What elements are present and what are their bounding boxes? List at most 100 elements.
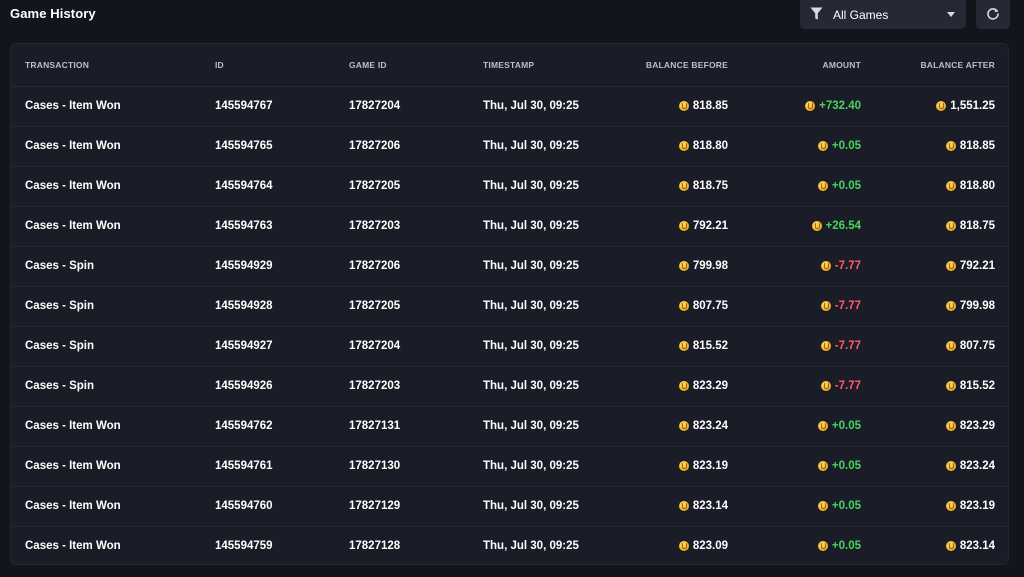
balance-after-cell: 823.29	[945, 420, 995, 432]
amount-value: -7.77	[834, 380, 861, 392]
transaction-cell: Cases - Item Won	[25, 500, 121, 512]
transaction-id-cell: 145594761	[215, 460, 273, 472]
timestamp-cell: Thu, Jul 30, 09:25	[483, 300, 579, 312]
balance-after-value: 818.85	[959, 140, 995, 152]
balance-after-value: 818.75	[959, 220, 995, 232]
table-row: Cases - Item Won 145594765 17827206 Thu, Ju…	[11, 127, 1008, 167]
balance-before-cell: 823.24	[678, 420, 728, 432]
game-id-cell: 17827206	[349, 140, 401, 152]
game-filter-select[interactable]: All Games	[800, 0, 966, 29]
timestamp-cell: Thu, Jul 30, 09:25	[483, 260, 579, 272]
coin-icon	[678, 421, 689, 431]
coin-icon	[678, 181, 689, 191]
balance-after-cell: 818.75	[945, 220, 995, 232]
transaction-cell: Cases - Item Won	[25, 140, 121, 152]
transaction-id-cell: 145594928	[215, 300, 273, 312]
column-header-id: ID	[215, 60, 224, 70]
balance-before-value: 823.09	[692, 540, 728, 552]
table-row: Cases - Item Won 145594762 17827131 Thu, Ju…	[11, 407, 1008, 447]
balance-before-cell: 823.14	[678, 500, 728, 512]
table-row: Cases - Item Won 145594763 17827203 Thu, Ju…	[11, 207, 1008, 247]
table-row: Cases - Item Won 145594764 17827205 Thu, Ju…	[11, 167, 1008, 207]
game-id-cell: 17827205	[349, 300, 401, 312]
table-row: Cases - Item Won 145594759 17827128 Thu, Ju…	[11, 527, 1008, 564]
balance-before-value: 792.21	[692, 220, 728, 232]
balance-before-value: 823.29	[692, 380, 728, 392]
transaction-cell: Cases - Spin	[25, 340, 95, 352]
amount-value: -7.77	[834, 260, 861, 272]
timestamp-cell: Thu, Jul 30, 09:25	[483, 220, 579, 232]
filter-icon	[810, 7, 823, 20]
amount-value: +26.54	[825, 220, 862, 232]
table-body: Cases - Item Won 145594767 17827204 Thu, Ju…	[11, 87, 1008, 564]
amount-value: +0.05	[831, 140, 861, 152]
transaction-cell: Cases - Item Won	[25, 220, 121, 232]
game-id-cell: 17827204	[349, 340, 401, 352]
timestamp-cell: Thu, Jul 30, 09:25	[483, 100, 579, 112]
game-id-cell: 17827204	[349, 100, 401, 112]
coin-icon	[945, 341, 956, 351]
table-header: TRANSACTION ID GAME ID TIMESTAMP BALANCE…	[11, 44, 1008, 87]
balance-after-value: 823.19	[959, 500, 995, 512]
coin-icon	[817, 501, 828, 511]
coin-icon	[817, 141, 828, 151]
transaction-id-cell: 145594765	[215, 140, 273, 152]
amount-cell: -7.77	[820, 260, 861, 272]
coin-icon	[945, 501, 956, 511]
page-header: Game History All Games	[0, 0, 1024, 36]
table-row: Cases - Spin 145594926 17827203 Thu, Jul 30…	[11, 367, 1008, 407]
coin-icon	[936, 101, 947, 111]
amount-value: +0.05	[831, 180, 861, 192]
coin-icon	[678, 381, 689, 391]
amount-cell: -7.77	[820, 380, 861, 392]
balance-after-value: 818.80	[959, 180, 995, 192]
coin-icon	[678, 101, 689, 111]
coin-icon	[678, 141, 689, 151]
amount-cell: +0.05	[817, 460, 861, 472]
amount-cell: +26.54	[811, 220, 862, 232]
coin-icon	[945, 381, 956, 391]
transaction-id-cell: 145594927	[215, 340, 273, 352]
refresh-icon	[987, 8, 999, 20]
coin-icon	[817, 461, 828, 471]
history-table: TRANSACTION ID GAME ID TIMESTAMP BALANCE…	[10, 43, 1009, 565]
balance-after-value: 823.24	[959, 460, 995, 472]
transaction-id-cell: 145594760	[215, 500, 273, 512]
coin-icon	[820, 381, 831, 391]
coin-icon	[678, 341, 689, 351]
timestamp-cell: Thu, Jul 30, 09:25	[483, 180, 579, 192]
balance-after-value: 1,551.25	[950, 100, 995, 112]
table-row: Cases - Item Won 145594761 17827130 Thu, Ju…	[11, 447, 1008, 487]
table-row: Cases - Spin 145594927 17827204 Thu, Jul 30…	[11, 327, 1008, 367]
balance-before-value: 818.80	[692, 140, 728, 152]
balance-before-value: 815.52	[692, 340, 728, 352]
coin-icon	[811, 221, 822, 231]
table-row: Cases - Item Won 145594767 17827204 Thu, Ju…	[11, 87, 1008, 127]
balance-before-cell: 823.19	[678, 460, 728, 472]
refresh-button[interactable]	[976, 0, 1010, 29]
coin-icon	[805, 101, 816, 111]
coin-icon	[820, 301, 831, 311]
balance-before-value: 823.14	[692, 500, 728, 512]
amount-cell: +732.40	[805, 100, 861, 112]
game-id-cell: 17827205	[349, 180, 401, 192]
page-title: Game History	[10, 6, 96, 21]
balance-before-value: 818.75	[692, 180, 728, 192]
timestamp-cell: Thu, Jul 30, 09:25	[483, 460, 579, 472]
transaction-cell: Cases - Item Won	[25, 180, 121, 192]
transaction-id-cell: 145594759	[215, 540, 273, 552]
table-row: Cases - Spin 145594928 17827205 Thu, Jul 30…	[11, 287, 1008, 327]
coin-icon	[945, 421, 956, 431]
balance-before-cell: 792.21	[678, 220, 728, 232]
balance-after-value: 799.98	[959, 300, 995, 312]
transaction-cell: Cases - Spin	[25, 300, 95, 312]
balance-after-cell: 1,551.25	[936, 100, 995, 112]
coin-icon	[678, 461, 689, 471]
balance-before-value: 818.85	[692, 100, 728, 112]
transaction-id-cell: 145594926	[215, 380, 273, 392]
balance-after-cell: 823.19	[945, 500, 995, 512]
balance-before-cell: 807.75	[678, 300, 728, 312]
coin-icon	[678, 221, 689, 231]
balance-before-cell: 823.09	[678, 540, 728, 552]
amount-cell: +0.05	[817, 420, 861, 432]
